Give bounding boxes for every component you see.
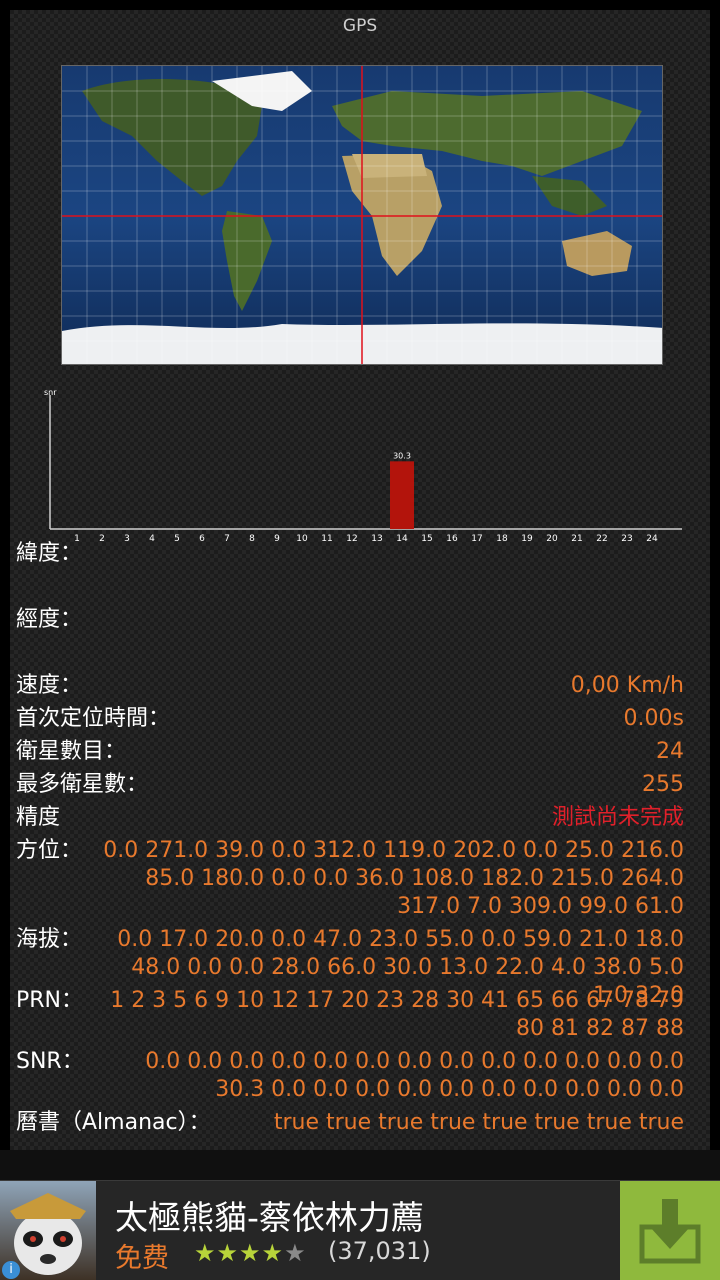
azimuth-value: 0.0 271.0 39.0 0.0 312.0 119.0 202.0 0.0… bbox=[103, 838, 684, 919]
elevation-label: 海拔： bbox=[16, 927, 83, 952]
longitude-label: 經度： bbox=[16, 607, 83, 632]
speed-row: 速度： 0,00 Km/h bbox=[16, 672, 684, 705]
accuracy-label: 精度 bbox=[16, 805, 61, 830]
satellite-count-row: 衛星數目： 24 bbox=[16, 738, 684, 771]
almanac-row: 曆書（Almanac）： true true true true true tr… bbox=[16, 1109, 684, 1149]
gps-info-list: 緯度： 經度： 速度： 0,00 Km/h 首次定位時間： 0.00s 衛星數目… bbox=[16, 540, 684, 1149]
almanac-value: true true true true true true true true bbox=[273, 1110, 684, 1135]
snr-row: SNR： 0.0 0.0 0.0 0.0 0.0 0.0 0.0 0.0 0.0… bbox=[16, 1048, 684, 1109]
stars-empty: ★ bbox=[284, 1239, 307, 1267]
snr-value: 0.0 0.0 0.0 0.0 0.0 0.0 0.0 0.0 0.0 0.0 … bbox=[145, 1049, 684, 1102]
download-icon bbox=[639, 1199, 701, 1264]
world-map bbox=[61, 65, 663, 365]
chart-y-label: snr bbox=[44, 388, 57, 397]
snr-label: SNR： bbox=[16, 1049, 84, 1074]
speed-value: 0,00 Km/h bbox=[570, 673, 684, 698]
prn-row: PRN： 1 2 3 5 6 9 10 12 17 20 23 28 30 41… bbox=[16, 987, 684, 1048]
longitude-row: 經度： bbox=[16, 606, 684, 672]
snr-bar-14 bbox=[390, 461, 414, 529]
ad-transition-strip bbox=[0, 1150, 720, 1180]
accuracy-value: 測試尚未完成 bbox=[551, 805, 684, 830]
ad-banner[interactable]: i 太極熊貓-蔡依林力薦 免费 ★★★★★ (37,031) bbox=[0, 1180, 720, 1280]
azimuth-row: 方位： 0.0 271.0 39.0 0.0 312.0 119.0 202.0… bbox=[16, 837, 684, 926]
max-satellites-value: 255 bbox=[642, 772, 684, 797]
max-satellites-label: 最多衛星數： bbox=[16, 772, 149, 797]
app-title: GPS bbox=[342, 16, 378, 36]
satellite-count-label: 衛星數目： bbox=[16, 739, 127, 764]
gps-panel: GPS snr 1 2 3 4 5 6 7 8 9 10 11 12 13 30… bbox=[10, 10, 710, 1150]
prn-value: 1 2 3 5 6 9 10 12 17 20 23 28 30 41 65 6… bbox=[110, 988, 684, 1041]
snr-bar-label-14: 30.3 bbox=[393, 451, 411, 460]
ttff-value: 0.00s bbox=[623, 706, 684, 731]
accuracy-row: 精度 測試尚未完成 bbox=[16, 804, 684, 837]
satellite-count-value: 24 bbox=[656, 739, 684, 764]
ad-title[interactable]: 太極熊貓-蔡依林力薦 bbox=[115, 1191, 424, 1239]
azimuth-label: 方位： bbox=[16, 838, 83, 863]
stars-full: ★★★★ bbox=[194, 1239, 285, 1267]
rating-count: (37,031) bbox=[328, 1237, 431, 1265]
ad-price: 免费 bbox=[115, 1243, 169, 1274]
info-icon[interactable]: i bbox=[2, 1261, 20, 1279]
download-button[interactable] bbox=[620, 1181, 720, 1280]
speed-label: 速度： bbox=[16, 673, 83, 698]
world-map-graphic bbox=[62, 66, 662, 364]
prn-label: PRN： bbox=[16, 988, 84, 1013]
almanac-label: 曆書（Almanac）： bbox=[16, 1110, 211, 1135]
ttff-row: 首次定位時間： 0.00s bbox=[16, 705, 684, 738]
snr-bar-chart: snr1 2 3 4 5 6 7 8 9 10 11 12 1330.314 15 16 17 18 19 20 21… bbox=[44, 388, 682, 544]
rating-stars: ★★★★★ bbox=[194, 1239, 307, 1267]
max-satellites-row: 最多衛星數： 255 bbox=[16, 771, 684, 804]
elevation-row: 海拔： 0.0 17.0 20.0 0.0 47.0 23.0 55.0 0.0… bbox=[16, 926, 684, 1008]
latitude-label: 緯度： bbox=[16, 541, 83, 566]
latitude-row: 緯度： bbox=[16, 540, 684, 606]
ttff-label: 首次定位時間： bbox=[16, 706, 171, 731]
